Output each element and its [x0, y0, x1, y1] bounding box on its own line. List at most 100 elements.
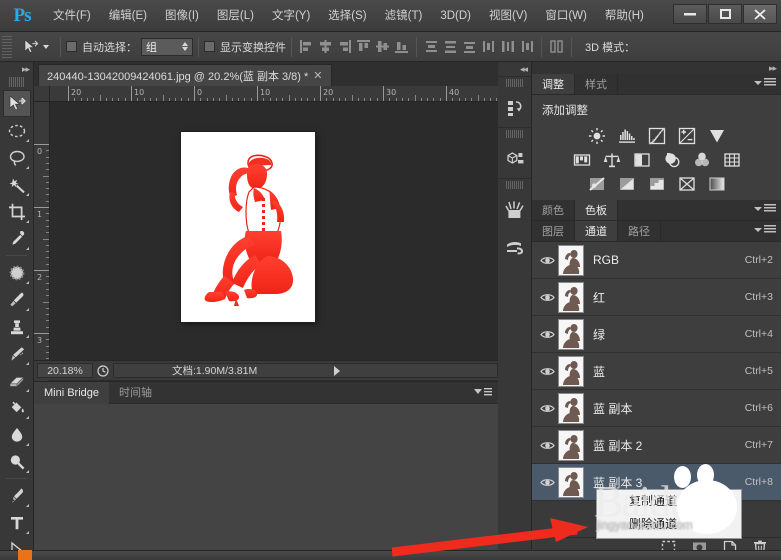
dock-group-grip[interactable] [506, 130, 523, 138]
threshold-icon[interactable] [647, 175, 667, 193]
visibility-toggle-icon[interactable] [536, 329, 558, 340]
tool-history-brush[interactable] [3, 340, 31, 367]
tool-marquee[interactable] [3, 117, 31, 144]
tab-color[interactable]: 颜色 [532, 200, 575, 220]
tool-blur[interactable] [3, 421, 31, 448]
close-icon[interactable]: ✕ [313, 69, 322, 82]
ruler-corner[interactable] [34, 86, 50, 102]
distribute-right-edges-icon[interactable] [518, 38, 535, 55]
visibility-toggle-icon[interactable] [536, 403, 558, 414]
exposure-icon[interactable] [677, 127, 697, 145]
tool-spot-healing[interactable] [3, 259, 31, 286]
tool-eyedropper[interactable] [3, 225, 31, 252]
visibility-toggle-icon[interactable] [536, 477, 558, 488]
status-expand-arrow-icon[interactable] [334, 366, 340, 376]
menu-select[interactable]: 选择(S) [319, 0, 375, 32]
document-info[interactable]: 文档:1.90M/3.81M [113, 363, 498, 378]
tab-swatches[interactable]: 色板 [575, 200, 618, 220]
visibility-toggle-icon[interactable] [536, 255, 558, 266]
posterize-icon[interactable] [617, 175, 637, 193]
auto-align-layers-icon[interactable] [548, 38, 565, 55]
channel-row[interactable]: 蓝 Ctrl+5 [532, 353, 781, 390]
align-bottom-edges-icon[interactable] [393, 38, 410, 55]
panel-menu-icon[interactable] [474, 387, 492, 400]
distribute-top-edges-icon[interactable] [423, 38, 440, 55]
hue-saturation-icon[interactable] [572, 151, 592, 169]
tool-presets-panel-button[interactable] [498, 229, 531, 267]
menu-help[interactable]: 帮助(H) [596, 0, 653, 32]
minimize-button[interactable] [673, 4, 707, 24]
tool-clone-stamp[interactable] [3, 313, 31, 340]
dock-expand-button[interactable]: ◂◂ [498, 62, 531, 76]
panel-menu-icon[interactable] [754, 204, 776, 213]
channel-row[interactable]: 绿 Ctrl+4 [532, 316, 781, 353]
zoom-level-field[interactable]: 20.18% [37, 363, 93, 378]
tab-styles[interactable]: 样式 [575, 74, 618, 94]
document-tab[interactable]: 240440-13042009424061.jpg @ 20.2%(蓝 副本 3… [38, 64, 332, 86]
channel-row[interactable]: 红 Ctrl+3 [532, 279, 781, 316]
align-horizontal-centers-icon[interactable] [317, 38, 334, 55]
menu-view[interactable]: 视图(V) [480, 0, 536, 32]
vibrance-icon[interactable] [707, 127, 727, 145]
color-lookup-icon[interactable] [722, 151, 742, 169]
photo-filter-icon[interactable] [662, 151, 682, 169]
menu-file[interactable]: 文件(F) [44, 0, 100, 32]
align-right-edges-icon[interactable] [336, 38, 353, 55]
vertical-ruler[interactable]: 01234 [34, 102, 50, 384]
tool-crop[interactable] [3, 198, 31, 225]
tab-layers[interactable]: 图层 [532, 221, 575, 241]
visibility-toggle-icon[interactable] [536, 366, 558, 377]
menu-type[interactable]: 文字(Y) [263, 0, 319, 32]
distribute-bottom-edges-icon[interactable] [461, 38, 478, 55]
invert-icon[interactable] [587, 175, 607, 193]
distribute-horizontal-centers-icon[interactable] [499, 38, 516, 55]
distribute-vertical-centers-icon[interactable] [442, 38, 459, 55]
menu-3d[interactable]: 3D(D) [431, 0, 480, 32]
preview-clock-icon[interactable] [93, 364, 113, 377]
visibility-toggle-icon[interactable] [536, 440, 558, 451]
tool-eraser[interactable] [3, 367, 31, 394]
selective-color-icon[interactable] [677, 175, 697, 193]
curves-icon[interactable] [647, 127, 667, 145]
tools-panel-grip[interactable] [9, 77, 24, 87]
dock-group-grip[interactable] [506, 181, 523, 189]
channel-row[interactable]: 蓝 副本 Ctrl+6 [532, 390, 781, 427]
tool-paint-bucket[interactable] [3, 394, 31, 421]
levels-icon[interactable] [617, 127, 637, 145]
tool-magic-wand[interactable] [3, 171, 31, 198]
color-balance-icon[interactable] [602, 151, 622, 169]
tools-panel-collapse[interactable]: ▸▸ [0, 62, 33, 76]
align-left-edges-icon[interactable] [298, 38, 315, 55]
tab-channels[interactable]: 通道 [575, 221, 618, 241]
align-top-edges-icon[interactable] [355, 38, 372, 55]
dock-group-grip[interactable] [506, 79, 523, 87]
panel-menu-icon[interactable] [754, 225, 776, 234]
horizontal-ruler[interactable]: 20 10 0 10 20 30 40 [50, 86, 498, 102]
tool-type[interactable] [3, 509, 31, 536]
tab-paths[interactable]: 路径 [618, 221, 661, 241]
menu-image[interactable]: 图像(I) [156, 0, 208, 32]
black-white-icon[interactable] [632, 151, 652, 169]
show-transform-checkbox[interactable] [204, 41, 215, 52]
mini-bridge-panel-button[interactable] [498, 140, 531, 178]
tab-mini-bridge[interactable]: Mini Bridge [34, 381, 110, 404]
history-panel-button[interactable] [498, 89, 531, 127]
artboard[interactable] [181, 132, 315, 322]
tool-dodge[interactable] [3, 448, 31, 475]
tool-preset-caret[interactable] [43, 44, 49, 49]
tool-pen[interactable] [3, 482, 31, 509]
auto-select-checkbox[interactable] [66, 41, 77, 52]
gradient-map-icon[interactable] [707, 175, 727, 193]
right-dock-collapse[interactable]: ▸▸ [532, 62, 781, 74]
menu-layer[interactable]: 图层(L) [208, 0, 263, 32]
brush-presets-panel-button[interactable] [498, 191, 531, 229]
tool-move[interactable] [2, 90, 31, 117]
close-button[interactable] [743, 4, 777, 24]
maximize-button[interactable] [708, 4, 742, 24]
canvas-area[interactable] [50, 102, 498, 384]
panel-menu-icon[interactable] [754, 78, 776, 87]
tab-timeline[interactable]: 时间轴 [109, 382, 162, 404]
tool-lasso[interactable] [3, 144, 31, 171]
tool-brush[interactable] [3, 286, 31, 313]
tab-adjustments[interactable]: 调整 [532, 74, 575, 94]
